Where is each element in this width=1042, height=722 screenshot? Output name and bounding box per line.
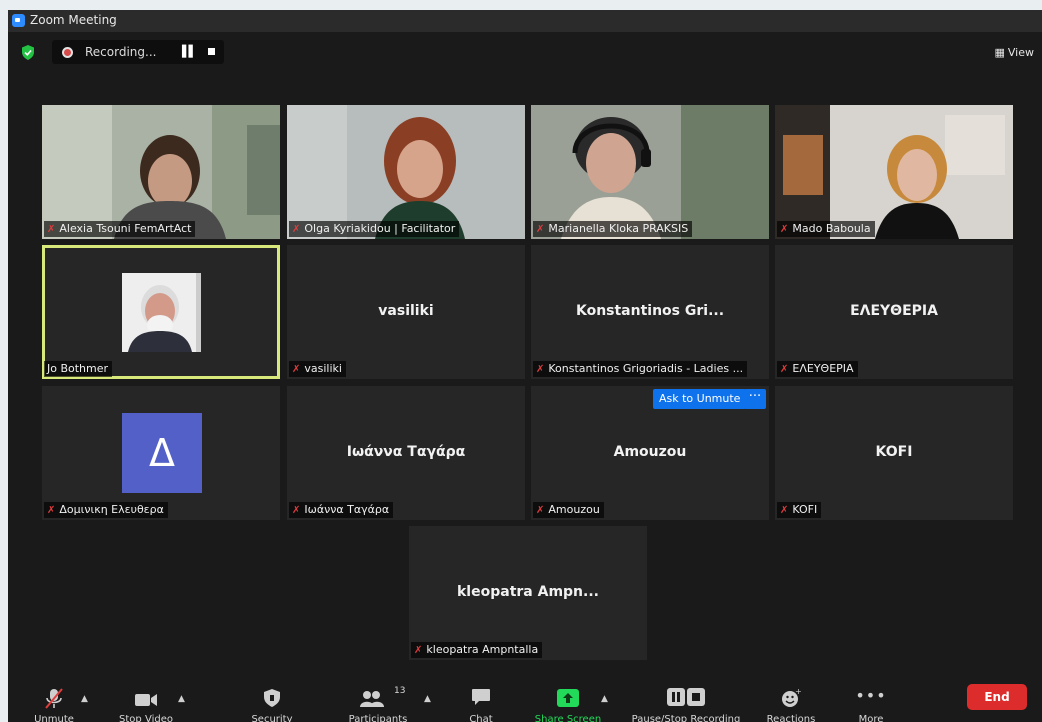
security-button[interactable]: Security xyxy=(244,680,300,722)
mic-muted-icon: ✗ xyxy=(292,505,301,516)
participant-name-label: ✗ Olga Kyriakidou | Facilitator xyxy=(289,221,460,237)
chat-button[interactable]: Chat xyxy=(460,680,502,722)
participant-center-name: Konstantinos Gri... xyxy=(575,303,725,319)
zoom-app-icon xyxy=(12,14,25,27)
tile-more-options-button[interactable]: ··· xyxy=(744,389,766,409)
chat-bubble-icon xyxy=(472,689,490,705)
end-meeting-button[interactable]: End xyxy=(967,684,1027,710)
video-tile-ioanna[interactable]: Ιωάννα Ταγάρα ✗ Ιωάννα Ταγάρα xyxy=(287,386,525,520)
view-button[interactable]: ▦ View xyxy=(994,46,1034,59)
pause-stop-recording-button[interactable]: Pause/Stop Recording xyxy=(622,680,750,722)
share-screen-icon xyxy=(557,689,579,707)
video-camera-icon xyxy=(135,694,157,706)
participants-count: 13 xyxy=(394,686,406,696)
mic-muted-icon: ✗ xyxy=(780,224,789,235)
ask-to-unmute-button[interactable]: Ask to Unmute xyxy=(653,389,747,409)
title-bar: Zoom Meeting xyxy=(8,10,1042,32)
mic-muted-icon: ✗ xyxy=(536,224,545,235)
mic-muted-icon: ✗ xyxy=(47,224,56,235)
view-label: View xyxy=(1007,46,1034,59)
mic-muted-icon: ✗ xyxy=(780,505,789,516)
video-tile-marianella[interactable]: ✗ Marianella Kloka PRAKSIS xyxy=(531,105,769,239)
reactions-emoji-icon: + xyxy=(782,688,801,707)
unmute-button[interactable]: Unmute xyxy=(26,680,82,722)
stop-recording-icon[interactable] xyxy=(208,48,215,55)
participant-name-label: ✗ Marianella Kloka PRAKSIS xyxy=(533,221,693,237)
video-tile-kleopatra[interactable]: kleopatra Ampn... ✗ kleopatra Ampntalla xyxy=(409,526,647,660)
window-title: Zoom Meeting xyxy=(30,13,117,27)
mic-muted-icon: ✗ xyxy=(536,505,545,516)
stop-video-button[interactable]: Stop Video xyxy=(110,680,182,722)
zoom-window: Zoom Meeting Recording... ▌▌ ▦ View ✗ Alex… xyxy=(8,10,1042,722)
participants-icon xyxy=(360,691,384,707)
participant-name-label: Jo Bothmer xyxy=(44,361,113,377)
participant-video xyxy=(775,105,1013,239)
video-tile-olga[interactable]: ✗ Olga Kyriakidou | Facilitator xyxy=(287,105,525,239)
participant-name-label: ✗ Alexia Tsouni FemArtAct xyxy=(44,221,196,237)
mic-muted-icon: ✗ xyxy=(292,224,301,235)
participants-button[interactable]: 13 Participants xyxy=(340,680,416,722)
microphone-muted-icon xyxy=(45,688,63,709)
avatar: Δ xyxy=(122,413,202,493)
mic-muted-icon: ✗ xyxy=(536,364,545,375)
participant-video xyxy=(287,105,525,239)
participant-name-label: ✗ kleopatra Ampntalla xyxy=(411,642,543,658)
mic-muted-icon: ✗ xyxy=(292,364,301,375)
video-tile-dominiki[interactable]: Δ ✗ Δομινικη Ελευθερα xyxy=(42,386,280,520)
share-screen-button[interactable]: Share Screen xyxy=(528,680,608,722)
participant-center-name: ΕΛΕΥΘΕΡΙΑ xyxy=(850,303,938,319)
meeting-toolbar: Unmute ▲ Stop Video ▲ Security 13 Partic… xyxy=(8,680,1042,722)
recording-indicator: Recording... ▌▌ xyxy=(52,40,224,64)
more-button[interactable]: ••• More xyxy=(850,680,892,722)
pause-stop-recording-icon xyxy=(667,688,705,706)
participant-name-label: ✗ vasiliki xyxy=(289,361,346,377)
share-options-caret[interactable]: ▲ xyxy=(601,694,608,704)
mic-muted-icon: ✗ xyxy=(47,505,56,516)
grid-icon: ▦ xyxy=(994,46,1005,59)
participant-name-label: ✗ Δομινικη Ελευθερα xyxy=(44,502,168,518)
audio-options-caret[interactable]: ▲ xyxy=(81,694,88,704)
video-tile-vasiliki[interactable]: vasiliki ✗ vasiliki xyxy=(287,245,525,379)
video-tile-alexia[interactable]: ✗ Alexia Tsouni FemArtAct xyxy=(42,105,280,239)
mic-muted-icon: ✗ xyxy=(414,645,423,656)
participant-name-label: ✗ Konstantinos Grigoriadis - Ladies ... xyxy=(533,361,748,377)
mic-muted-icon: ✗ xyxy=(780,364,789,375)
security-shield-icon xyxy=(264,689,280,707)
participant-video xyxy=(531,105,769,239)
video-tile-konstantinos[interactable]: Konstantinos Gri... ✗ Konstantinos Grigor… xyxy=(531,245,769,379)
reactions-button[interactable]: + Reactions xyxy=(762,680,820,722)
video-tile-mado[interactable]: ✗ Mado Baboula xyxy=(775,105,1013,239)
participant-name-label: ✗ ΕΛΕΥΘΕΡΙΑ xyxy=(777,361,858,377)
participant-photo xyxy=(122,273,201,352)
participant-center-name: Amouzou xyxy=(613,444,687,460)
participant-video xyxy=(42,105,280,239)
pause-recording-icon[interactable]: ▌▌ xyxy=(182,45,197,58)
video-tile-jo-active-speaker[interactable]: Jo Bothmer xyxy=(42,245,280,379)
participant-center-name: KOFI xyxy=(875,444,913,460)
participant-center-name: Ιωάννα Ταγάρα xyxy=(346,444,466,460)
video-tile-kofi[interactable]: KOFI ✗ KOFI xyxy=(775,386,1013,520)
participant-name-label: ✗ KOFI xyxy=(777,502,822,518)
recording-status: Recording... xyxy=(85,45,157,59)
recording-dot-icon xyxy=(62,47,73,58)
shield-check-icon[interactable] xyxy=(21,45,35,60)
participants-options-caret[interactable]: ▲ xyxy=(424,694,431,704)
svg-text:+: + xyxy=(795,688,801,696)
participant-name-label: ✗ Ιωάννα Ταγάρα xyxy=(289,502,394,518)
participant-name-label: ✗ Amouzou xyxy=(533,502,604,518)
participant-center-name: kleopatra Ampn... xyxy=(457,584,599,600)
participant-center-name: vasiliki xyxy=(378,303,434,319)
participant-name-label: ✗ Mado Baboula xyxy=(777,221,875,237)
video-options-caret[interactable]: ▲ xyxy=(178,694,185,704)
video-tile-eleftheria[interactable]: ΕΛΕΥΘΕΡΙΑ ✗ ΕΛΕΥΘΕΡΙΑ xyxy=(775,245,1013,379)
more-dots-icon: ••• xyxy=(855,686,887,705)
